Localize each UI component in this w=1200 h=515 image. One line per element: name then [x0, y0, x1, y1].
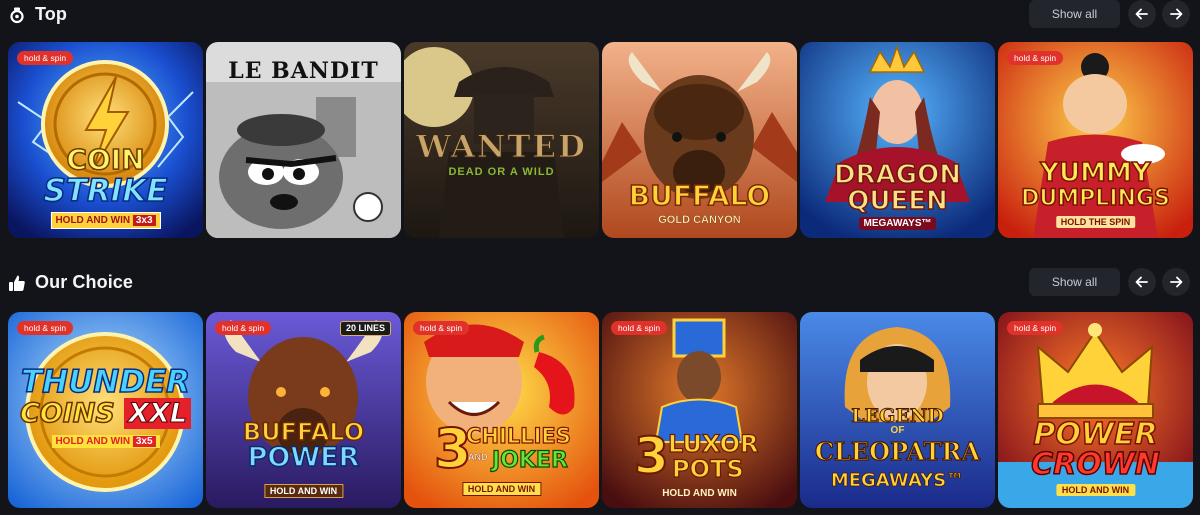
game-card-coin-strike[interactable]: hold & spin COIN STRIKE HOLD AND WIN 3x3	[8, 42, 203, 238]
arrow-right-icon	[1170, 276, 1183, 288]
game-title: POWER	[1033, 417, 1159, 452]
game-title-of: OF	[890, 425, 905, 436]
section-header-our-choice: Our Choice Show all	[0, 268, 1200, 298]
game-title: CHILLIES	[465, 423, 571, 448]
hold-spin-badge: hold & spin	[215, 321, 272, 335]
game-card-le-bandit[interactable]: LE BANDIT	[206, 42, 401, 238]
hold-spin-badge: hold & spin	[17, 321, 74, 335]
prev-button-top[interactable]	[1128, 0, 1156, 28]
lines-tag: 20 LINES	[339, 321, 391, 336]
game-card-wanted[interactable]: WANTED DEAD OR A WILD	[404, 42, 599, 238]
game-subtitle: HOLD THE SPIN	[1055, 216, 1136, 228]
game-subtitle: MEGAWAYS™	[858, 217, 937, 230]
game-title-2: CLEOPATRA	[814, 437, 981, 466]
arrow-left-icon	[1135, 276, 1148, 288]
game-card-3-luxor-pots[interactable]: hold & spin 3 LUXOR POTS HOLD AND WIN	[602, 312, 797, 508]
thumbs-up-icon	[9, 275, 25, 291]
game-card-power-crown[interactable]: hold & spin POWER CROWN HOLD AND WIN	[998, 312, 1193, 508]
hold-spin-badge: hold & spin	[17, 51, 74, 65]
game-subtitle: HOLD AND WIN	[461, 482, 542, 496]
game-card-buffalo-power[interactable]: hold & spin 20 LINES BUFFALO POWER HOLD …	[206, 312, 401, 508]
hold-spin-badge: hold & spin	[1007, 51, 1064, 65]
prev-button-our-choice[interactable]	[1128, 268, 1156, 296]
game-card-buffalo-gold-canyon[interactable]: BUFFALO GOLD CANYON	[602, 42, 797, 238]
game-subtitle: HOLD AND WIN 3x3	[50, 212, 161, 229]
game-title: LEGEND	[851, 405, 944, 427]
game-title: YUMMY	[1039, 158, 1151, 188]
game-artwork	[206, 312, 401, 508]
game-subtitle: HOLD AND WIN	[662, 488, 737, 499]
section-title-top: Top	[35, 4, 67, 24]
game-title-number: 3	[633, 426, 670, 486]
games-row-top: hold & spin COIN STRIKE HOLD AND WIN 3x3…	[0, 42, 1200, 238]
hold-spin-badge: hold & spin	[611, 321, 668, 335]
next-button-our-choice[interactable]	[1162, 268, 1190, 296]
section-title-our-choice: Our Choice	[35, 272, 134, 292]
show-all-button-top[interactable]: Show all	[1029, 0, 1120, 28]
game-title: BUFFALO	[242, 418, 365, 446]
next-button-top[interactable]	[1162, 0, 1190, 28]
game-subtitle: GOLD CANYON	[658, 214, 741, 226]
game-title-2: POWER	[247, 442, 360, 473]
game-title: LUXOR	[667, 429, 759, 458]
game-title-2: COINS XXL	[8, 398, 203, 429]
game-card-3-chillies-and-joker[interactable]: hold & spin 3 CHILLIES AND JOKER HOLD AN…	[404, 312, 599, 508]
game-subtitle: DEAD OR A WILD	[448, 166, 555, 178]
hold-spin-badge: hold & spin	[1007, 321, 1064, 335]
game-card-legend-of-cleopatra[interactable]: LEGEND OF CLEOPATRA MEGAWAYS™	[800, 312, 995, 508]
game-title-2: QUEEN	[847, 186, 949, 216]
game-card-yummy-dumplings[interactable]: hold & spin YUMMY DUMPLINGS HOLD THE SPI…	[998, 42, 1193, 238]
section-header-top: Top Show all	[0, 0, 1200, 30]
game-title-2: JOKER	[491, 447, 568, 473]
game-card-dragon-queen[interactable]: DRAGON QUEEN MEGAWAYS™	[800, 42, 995, 238]
show-all-button-our-choice[interactable]: Show all	[1029, 268, 1120, 296]
game-title-and: AND	[468, 452, 488, 462]
trophy-icon	[10, 7, 24, 24]
arrow-right-icon	[1170, 8, 1183, 20]
game-title-2: POTS	[671, 454, 744, 483]
games-row-our-choice: hold & spin THUNDER COINS XXL HOLD AND W…	[0, 312, 1200, 508]
hold-spin-badge: hold & spin	[413, 321, 470, 335]
game-subtitle: HOLD AND WIN 3x5	[51, 435, 160, 448]
game-title-2: DUMPLINGS	[1020, 186, 1170, 211]
game-subtitle: HOLD AND WIN	[263, 484, 344, 498]
game-title-2: STRIKE	[43, 173, 169, 209]
game-title: WANTED	[416, 129, 587, 165]
game-title: BUFFALO	[628, 179, 771, 212]
game-title-2: CROWN	[1030, 447, 1160, 482]
game-subtitle: MEGAWAYS™	[830, 470, 965, 491]
arrow-left-icon	[1135, 8, 1148, 20]
game-card-thunder-coins-xxl[interactable]: hold & spin THUNDER COINS XXL HOLD AND W…	[8, 312, 203, 508]
game-title: LE BANDIT	[228, 58, 379, 84]
game-title: DRAGON	[833, 160, 961, 190]
game-subtitle: HOLD AND WIN	[1055, 484, 1136, 496]
game-title: THUNDER	[20, 364, 191, 400]
game-title: COIN	[66, 143, 146, 176]
